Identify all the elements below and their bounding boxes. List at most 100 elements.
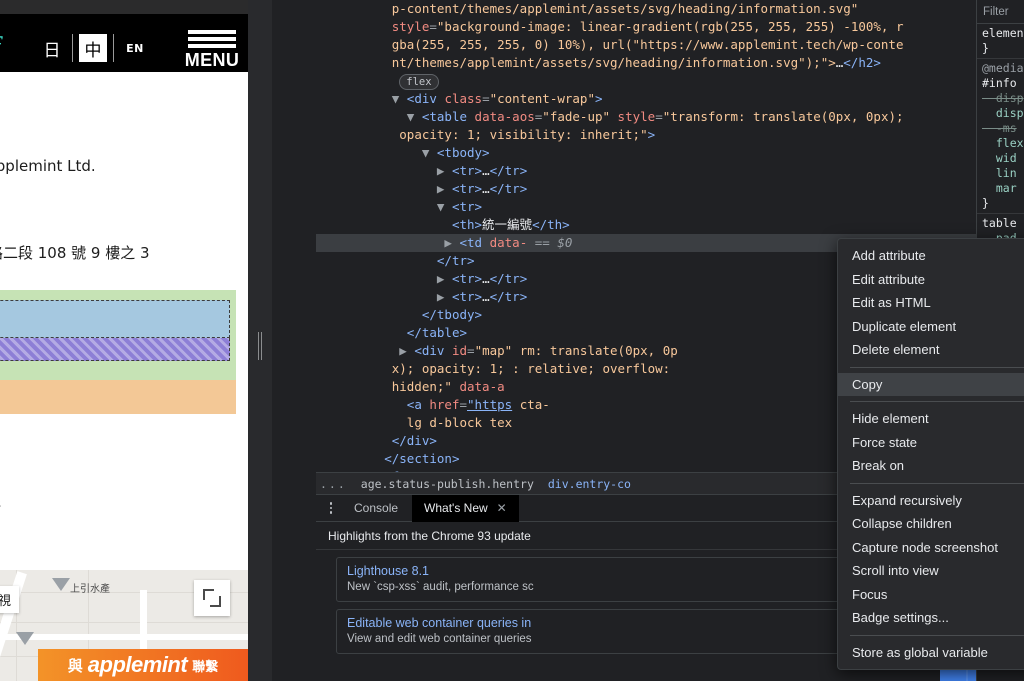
dom-context-menu[interactable]: Add attribute Edit attribute Edit as HTML D… <box>837 238 1024 670</box>
breadcrumb-overflow-icon[interactable]: ... <box>320 477 347 491</box>
code-token: </section> <box>384 451 460 466</box>
context-menu-item[interactable]: Copy❯ <box>838 372 1024 396</box>
style-close-brace[interactable]: } <box>982 41 1024 56</box>
map-road-3 <box>0 634 248 640</box>
style-property[interactable]: disp <box>982 91 1024 106</box>
context-menu-item[interactable]: Delete element <box>838 338 1024 362</box>
breadcrumb-item-0[interactable]: age.status-publish.hentry <box>361 477 534 491</box>
map-satellite-button[interactable]: 星檢視 <box>0 586 20 613</box>
highlight-sibling-box <box>0 380 236 414</box>
context-menu-item[interactable]: Scroll into view <box>838 559 1024 583</box>
map-fullscreen-icon[interactable] <box>194 580 230 616</box>
styles-filter-input[interactable]: Filter <box>977 0 1024 24</box>
code-token: <tr> <box>451 199 483 214</box>
lang-option-en[interactable]: EN <box>120 34 150 62</box>
dom-node-line[interactable]: ▼ <div class="content-wrap"> <box>316 90 976 108</box>
code-token: </table> <box>406 325 468 340</box>
style-selector[interactable]: #info <box>982 76 1024 91</box>
devtools-window: p-content/themes/applemint/assets/svg/he… <box>272 0 1024 681</box>
context-menu-item[interactable]: Edit as HTML <box>838 291 1024 315</box>
style-property[interactable]: -ms <box>982 121 1024 136</box>
context-menu-item[interactable]: Duplicate element <box>838 315 1024 339</box>
menu-separator <box>850 401 1024 402</box>
code-token: class <box>444 91 483 106</box>
disclosure-triangle-icon[interactable]: ▶ <box>437 289 452 304</box>
context-menu-item[interactable]: Collapse children <box>838 512 1024 536</box>
disclosure-triangle-icon[interactable]: ▼ <box>407 109 422 124</box>
context-menu-item-label: Add attribute <box>852 248 926 264</box>
flex-badge[interactable]: flex <box>399 74 439 90</box>
style-property[interactable]: flex <box>982 136 1024 151</box>
disclosure-triangle-icon[interactable]: ▶ <box>437 163 452 178</box>
style-rule[interactable]: @media #info disp disp -ms flex wid lin m… <box>977 59 1024 214</box>
context-menu-item[interactable]: Edit attribute <box>838 268 1024 292</box>
dom-node-line[interactable]: p-content/themes/applemint/assets/svg/he… <box>316 0 976 18</box>
dom-node-line[interactable]: flex <box>316 72 976 90</box>
style-close-brace[interactable]: } <box>982 196 1024 211</box>
office-text: 所 <box>0 497 1 518</box>
code-token: … <box>482 289 490 304</box>
disclosure-triangle-icon[interactable]: ▶ <box>444 235 459 250</box>
code-token: <tr> <box>451 289 483 304</box>
context-menu-item[interactable]: Hide element <box>838 407 1024 431</box>
dom-node-line[interactable]: opacity: 1; visibility: inherit;"> <box>316 126 976 144</box>
context-menu-item[interactable]: Break on❯ <box>838 454 1024 478</box>
context-menu-item[interactable]: Expand recursively <box>838 489 1024 513</box>
context-menu-item[interactable]: Focus <box>838 583 1024 607</box>
disclosure-triangle-icon[interactable]: ▶ <box>437 271 452 286</box>
dom-node-line[interactable]: nt/themes/applemint/assets/svg/heading/i… <box>316 54 976 72</box>
context-menu-item[interactable]: Force state❯ <box>838 431 1024 455</box>
drawer-more-icon[interactable] <box>322 502 340 514</box>
devtools-element-highlight <box>0 290 236 380</box>
console-ref-label: == $0 <box>534 235 573 250</box>
style-media-query[interactable]: @media <box>982 61 1024 76</box>
style-selector[interactable]: elemen <box>982 26 1024 41</box>
context-menu-item[interactable]: Add attribute <box>838 244 1024 268</box>
style-property[interactable]: mar <box>982 181 1024 196</box>
disclosure-triangle-icon[interactable]: ▼ <box>392 91 407 106</box>
style-rule[interactable]: elemen} <box>977 24 1024 59</box>
menu-bar-2 <box>188 37 236 41</box>
style-property[interactable]: wid <box>982 151 1024 166</box>
code-token: href <box>429 397 460 412</box>
devtools-resize-splitter[interactable] <box>248 0 272 681</box>
code-token: = <box>655 109 663 124</box>
cta-prefix: 與 <box>67 656 83 675</box>
dom-node-line[interactable]: ▼ <tr> <box>316 198 976 216</box>
dom-node-line[interactable]: ▶ <tr>…</tr> <box>316 162 976 180</box>
disclosure-triangle-icon[interactable]: ▼ <box>437 199 452 214</box>
contact-cta-banner[interactable]: 與 applemint 聯繫 <box>38 649 248 681</box>
breadcrumb-item-1[interactable]: div.entry-co <box>548 477 631 491</box>
disclosure-triangle-icon[interactable]: ▶ <box>437 181 452 196</box>
hamburger-menu-icon[interactable]: MENU <box>185 30 239 69</box>
dom-node-line[interactable]: style="background-image: linear-gradient… <box>316 18 976 36</box>
dom-node-line[interactable]: ▼ <tbody> <box>316 144 976 162</box>
style-property[interactable]: disp <box>982 106 1024 121</box>
dom-node-line[interactable]: ▶ <tr>…</tr> <box>316 180 976 198</box>
style-selector[interactable]: table <box>982 216 1024 231</box>
tab-whats-new[interactable]: What's New ✕ <box>412 494 519 522</box>
context-menu-item[interactable]: Badge settings... <box>838 606 1024 630</box>
disclosure-triangle-icon[interactable]: ▶ <box>399 343 414 358</box>
dom-node-line[interactable]: ▼ <table data-aos="fade-up" style="trans… <box>316 108 976 126</box>
close-icon[interactable]: ✕ <box>497 501 507 515</box>
lang-option-ja[interactable]: 日 <box>38 34 66 62</box>
disclosure-triangle-icon[interactable]: ▼ <box>422 145 437 160</box>
context-menu-item-label: Focus <box>852 586 888 602</box>
site-logo[interactable]: f <box>0 32 1 62</box>
dom-node-line[interactable]: <th>統一編號</th> <box>316 216 976 234</box>
lang-option-zh[interactable]: 中 <box>79 34 107 62</box>
context-menu-item-label: Badge settings... <box>852 610 949 626</box>
dom-node-line[interactable]: gba(255, 255, 255, 0) 10%), url("https:/… <box>316 36 976 54</box>
tab-console[interactable]: Console <box>342 495 410 522</box>
context-menu-item[interactable]: Capture node screenshot <box>838 536 1024 560</box>
dom-node-overflow-icon[interactable]: ... <box>316 234 320 252</box>
address-text: 安東路二段 108 號 9 樓之 3 <box>0 244 150 262</box>
code-token: opacity: 1; visibility: inherit;" <box>399 127 648 142</box>
lang-divider-1 <box>72 34 73 62</box>
style-property[interactable]: lin <box>982 166 1024 181</box>
context-menu-item-label: Copy <box>852 376 883 392</box>
map-marker-bottom <box>16 632 34 645</box>
context-menu-item[interactable]: Store as global variable <box>838 641 1024 665</box>
code-token: id <box>451 343 468 358</box>
